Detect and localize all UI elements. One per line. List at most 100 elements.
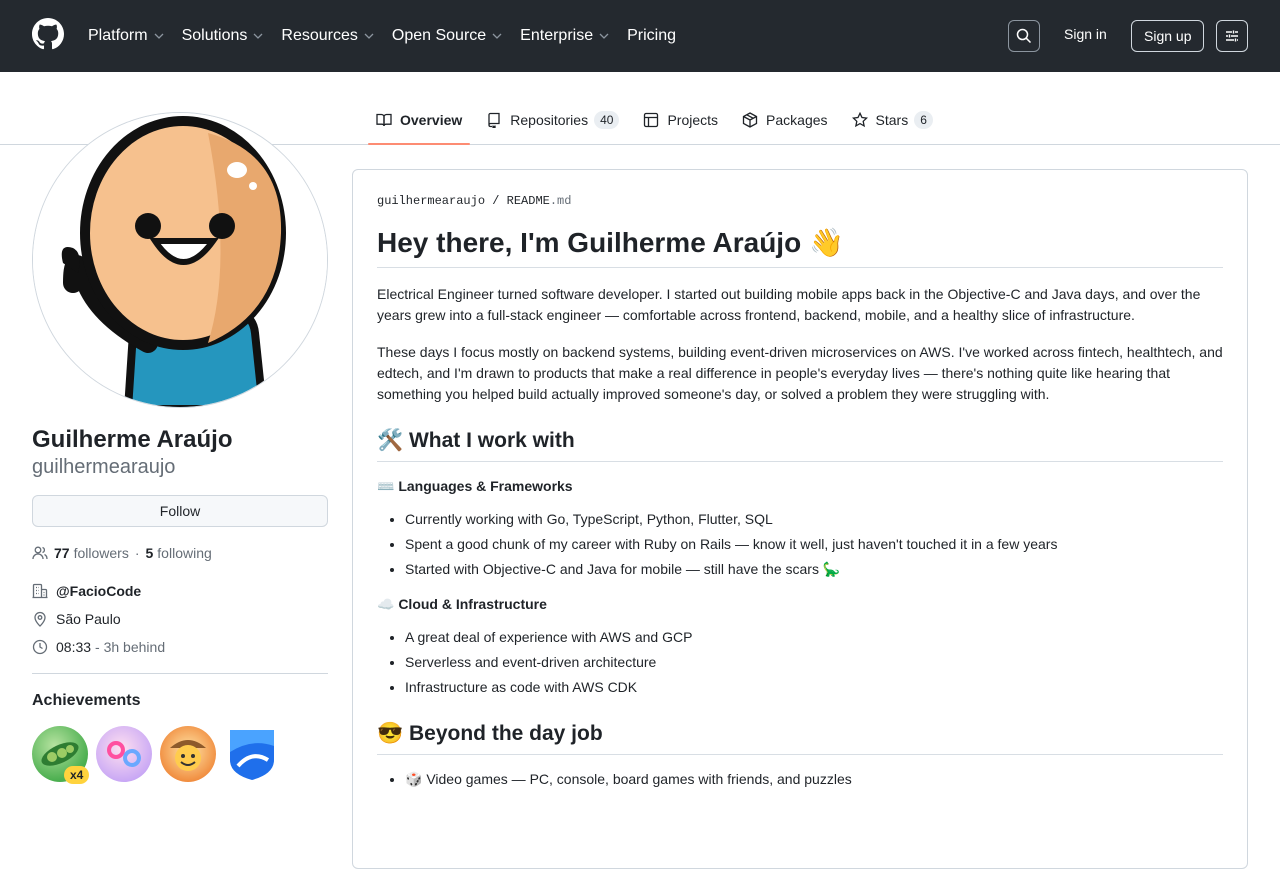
readme-title: Hey there, I'm Guilherme Araújo 👋 bbox=[377, 226, 1223, 268]
readme-path: guilhermearaujo / README.md bbox=[377, 194, 1223, 208]
package-icon bbox=[742, 112, 758, 128]
achievement-yolo[interactable] bbox=[96, 726, 152, 782]
followers-count: 77 bbox=[54, 545, 70, 561]
sliders-icon bbox=[1226, 30, 1238, 42]
nav-solutions-label: Solutions bbox=[181, 27, 248, 44]
organization-item: @FacioCode bbox=[32, 583, 328, 599]
sign-in-link[interactable]: Sign in bbox=[1064, 26, 1107, 42]
nav-resources-label: Resources bbox=[281, 27, 358, 44]
tab-stars[interactable]: Stars 6 bbox=[844, 96, 941, 144]
chevron-down-icon bbox=[253, 33, 263, 39]
time-offset: - 3h behind bbox=[95, 639, 166, 655]
list-item: Currently working with Go, TypeScript, P… bbox=[405, 509, 1223, 530]
nav-pricing-label: Pricing bbox=[627, 27, 676, 44]
search-button[interactable] bbox=[1008, 20, 1040, 52]
tab-repositories[interactable]: Repositories 40 bbox=[478, 96, 627, 144]
list-item: Started with Objective-C and Java for mo… bbox=[405, 559, 1223, 580]
chevron-down-icon bbox=[154, 33, 164, 39]
readme-heading-work: 🛠️ What I work with bbox=[377, 429, 1223, 462]
location-item: São Paulo bbox=[32, 611, 328, 627]
readme-path-file[interactable]: README bbox=[507, 194, 550, 208]
list-item: A great deal of experience with AWS and … bbox=[405, 627, 1223, 648]
main-nav: Platform Solutions Resources Open Source… bbox=[88, 0, 694, 72]
tab-projects[interactable]: Projects bbox=[635, 96, 726, 144]
search-icon bbox=[1016, 28, 1032, 44]
chevron-down-icon bbox=[364, 33, 374, 39]
achievements-title[interactable]: Achievements bbox=[32, 692, 328, 710]
cowboy-face-icon bbox=[170, 740, 206, 771]
list-item: 🎲 Video games — PC, console, board games… bbox=[405, 769, 1223, 790]
readme-heading-beyond: 😎 Beyond the day job bbox=[377, 722, 1223, 755]
profile-sidebar: Guilherme Araújo guilhermearaujo Follow … bbox=[32, 112, 328, 784]
chevron-down-icon bbox=[599, 33, 609, 39]
readme-path-separator: / bbox=[492, 194, 500, 208]
table-icon bbox=[644, 112, 659, 128]
profile-full-name: Guilherme Araújo bbox=[32, 426, 233, 453]
following-link[interactable]: 5 following bbox=[146, 545, 212, 561]
nav-pricing[interactable]: Pricing bbox=[627, 27, 676, 45]
top-navbar: Platform Solutions Resources Open Source… bbox=[0, 0, 1280, 72]
cloud-list: A great deal of experience with AWS and … bbox=[377, 627, 1223, 698]
readme-subheading-cloud: ☁️ Cloud & Infrastructure bbox=[377, 596, 547, 612]
separator-dot: · bbox=[134, 545, 140, 561]
avatar-illustration-icon bbox=[33, 113, 327, 407]
nav-enterprise-label: Enterprise bbox=[520, 27, 594, 44]
github-logo-icon[interactable] bbox=[32, 18, 64, 50]
nav-solutions[interactable]: Solutions bbox=[182, 27, 264, 45]
tab-stars-label: Stars bbox=[875, 112, 909, 128]
achievement-pair-extraordinaire[interactable]: x4 bbox=[32, 726, 90, 784]
beyond-list: 🎲 Video games — PC, console, board games… bbox=[377, 769, 1223, 790]
readme-card: guilhermearaujo / README.md Hey there, I… bbox=[352, 169, 1248, 869]
follow-stats: 77 followers · 5 following bbox=[32, 545, 328, 561]
readme-paragraph-2: These days I focus mostly on backend sys… bbox=[377, 344, 1223, 402]
chevron-down-icon bbox=[492, 33, 502, 39]
repositories-count: 40 bbox=[594, 111, 620, 129]
profile-login: guilhermearaujo bbox=[32, 456, 176, 478]
avatar[interactable] bbox=[32, 112, 328, 408]
sign-up-button[interactable]: Sign up bbox=[1131, 20, 1205, 52]
stars-count: 6 bbox=[914, 111, 933, 129]
clock-icon bbox=[32, 639, 48, 655]
local-time: 08:33 bbox=[56, 639, 92, 655]
profile-tabs: Overview Repositories 40 Projects Packag… bbox=[368, 96, 949, 145]
star-icon bbox=[851, 112, 868, 128]
location-icon bbox=[34, 611, 46, 627]
nav-platform-label: Platform bbox=[88, 27, 148, 44]
nav-open-source-label: Open Source bbox=[391, 27, 487, 44]
list-item: Serverless and event-driven architecture bbox=[405, 652, 1223, 673]
follow-button[interactable]: Follow bbox=[32, 495, 328, 527]
tab-overview[interactable]: Overview bbox=[368, 96, 471, 145]
nav-resources[interactable]: Resources bbox=[281, 27, 374, 45]
achievement-count-badge: x4 bbox=[64, 766, 90, 784]
people-icon bbox=[32, 546, 48, 560]
achievement-quickdraw[interactable] bbox=[160, 726, 216, 782]
list-item: Infrastructure as code with AWS CDK bbox=[405, 677, 1223, 698]
readme-paragraph-1: Electrical Engineer turned software deve… bbox=[377, 286, 1201, 323]
settings-menu-button[interactable] bbox=[1216, 20, 1248, 52]
following-label: following bbox=[157, 545, 212, 561]
readme-subheading-languages: ⌨️ Languages & Frameworks bbox=[377, 478, 573, 494]
readme-path-ext: .md bbox=[549, 194, 572, 208]
tab-projects-label: Projects bbox=[667, 112, 719, 128]
tab-packages[interactable]: Packages bbox=[734, 96, 835, 144]
achievements-list: x4 bbox=[32, 726, 328, 784]
achievement-starstruck[interactable] bbox=[224, 726, 280, 782]
languages-list: Currently working with Go, TypeScript, P… bbox=[377, 509, 1223, 580]
sidebar-divider bbox=[32, 673, 328, 674]
tab-repositories-label: Repositories bbox=[510, 112, 589, 128]
location-text: São Paulo bbox=[56, 611, 121, 627]
shield-icon bbox=[230, 730, 274, 780]
yolo-icon bbox=[107, 741, 141, 767]
tab-overview-label: Overview bbox=[400, 112, 463, 128]
book-icon bbox=[376, 113, 392, 127]
local-time-item: 08:33 - 3h behind bbox=[32, 639, 328, 655]
readme-path-user[interactable]: guilhermearaujo bbox=[377, 194, 485, 208]
nav-enterprise[interactable]: Enterprise bbox=[520, 27, 609, 45]
nav-open-source[interactable]: Open Source bbox=[392, 27, 502, 45]
tab-packages-label: Packages bbox=[766, 112, 828, 128]
organization-link[interactable]: @FacioCode bbox=[56, 583, 141, 599]
repo-icon bbox=[488, 112, 500, 128]
following-count: 5 bbox=[145, 545, 154, 561]
nav-platform[interactable]: Platform bbox=[88, 27, 164, 45]
followers-link[interactable]: 77 followers bbox=[54, 545, 129, 561]
